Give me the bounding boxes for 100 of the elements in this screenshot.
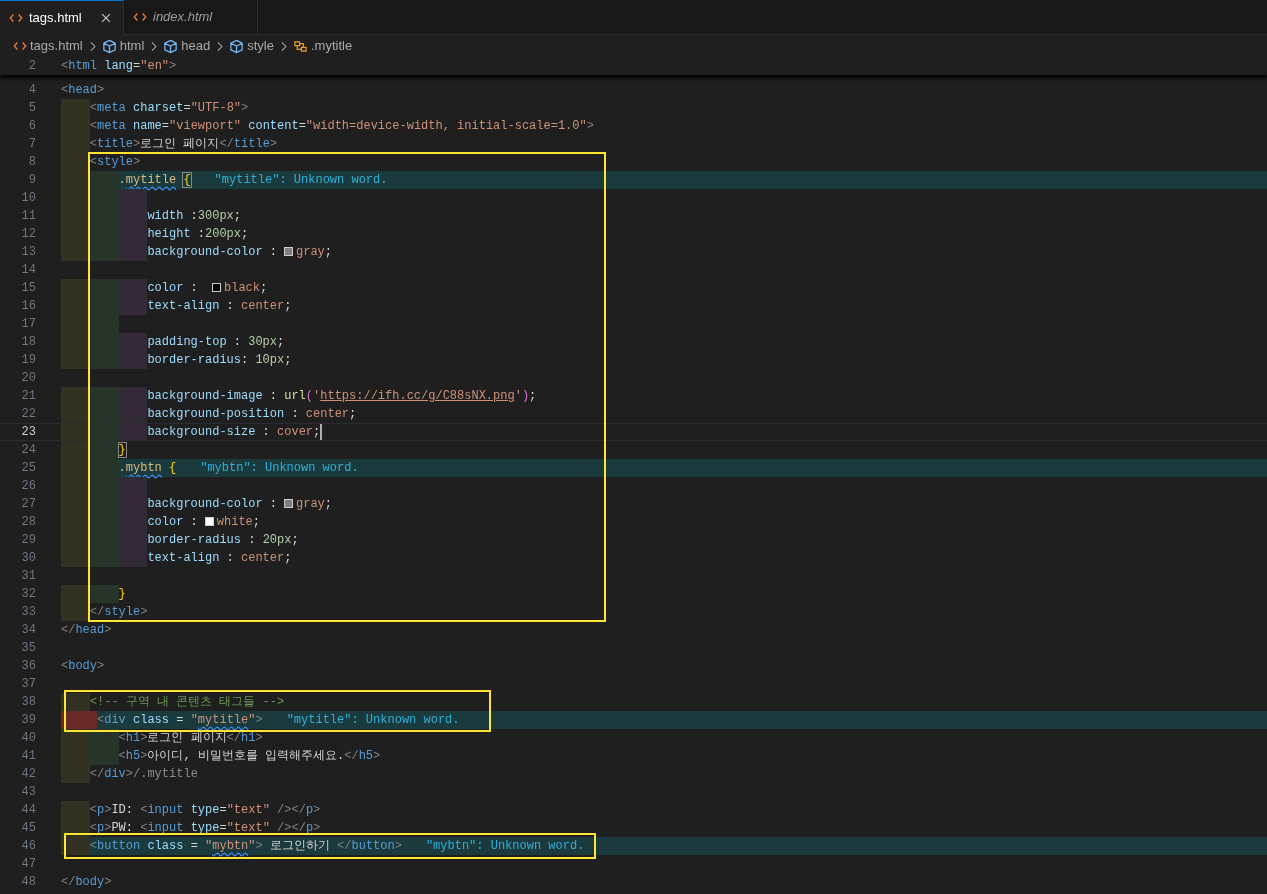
code-line: }	[118, 586, 126, 603]
editor-tab[interactable]: index.html	[124, 0, 258, 35]
code-line: </style>	[89, 604, 148, 621]
code-line: background-position : center;	[147, 406, 357, 423]
code-line: <p>PW: <input type="text" /></p>	[89, 820, 321, 837]
code-line: background-image : url('https://ifh.cc/g/C88sNX.png');	[147, 388, 537, 405]
breadcrumb-item[interactable]: tags.html	[13, 36, 83, 56]
line-number: 7	[27, 136, 36, 153]
line-number: 37	[20, 676, 36, 693]
code-line: .mybtn {	[118, 460, 177, 477]
code-icon	[9, 11, 23, 25]
line-number: 5	[27, 100, 36, 117]
line-number: 31	[20, 568, 36, 585]
line-number: 9	[27, 172, 36, 189]
line-number: 44	[20, 802, 36, 819]
line-number: 12	[20, 226, 36, 243]
code-line: <h1>로그인 페이지</h1>	[118, 730, 263, 747]
line-number: 30	[20, 550, 36, 567]
code-line: background-color : gray;	[147, 244, 333, 261]
line-number: 34	[20, 622, 36, 639]
code-line: <title>로그인 페이지</title>	[89, 136, 278, 153]
code-icon	[13, 39, 27, 53]
line-number: 16	[20, 298, 36, 315]
breadcrumb-item[interactable]: head	[163, 36, 211, 56]
line-number: 13	[20, 244, 36, 261]
class-icon	[292, 38, 308, 54]
line-number: 32	[20, 586, 36, 603]
line-number: 36	[20, 658, 36, 675]
close-icon	[99, 11, 113, 25]
code-line: <head>	[61, 82, 105, 99]
line-number: 4	[27, 82, 36, 99]
diagnostic-message: "mytitle": Unknown word.	[214, 172, 388, 189]
line-number: 15	[20, 280, 36, 297]
breadcrumb-item[interactable]: .mytitle	[292, 36, 353, 56]
line-number: 25	[20, 460, 36, 477]
diagnostic-message: "mybtn": Unknown word.	[425, 838, 585, 855]
code-line: }	[118, 442, 126, 459]
line-number: 42	[20, 766, 36, 783]
line-number: 19	[20, 352, 36, 369]
code-line: </div>/.mytitle	[89, 766, 198, 783]
code-line: <button class = "mybtn"> 로그인하기 </button>	[89, 838, 402, 855]
line-number: 41	[20, 748, 36, 765]
line-number: 46	[20, 838, 36, 855]
code-line: <html lang="en">	[61, 58, 177, 75]
code-line: width :300px;	[147, 208, 242, 225]
code-line: text-align : center;	[147, 298, 292, 315]
line-number: 40	[20, 730, 36, 747]
line-number: 6	[27, 118, 36, 135]
breadcrumb-item[interactable]: style	[229, 36, 274, 56]
line-number: 48	[20, 874, 36, 891]
editor-tab[interactable]: tags.html	[0, 0, 124, 35]
line-number: 11	[20, 208, 36, 225]
code-line: background-color : gray;	[147, 496, 333, 513]
code-line: text-align : center;	[147, 550, 292, 567]
line-number: 20	[20, 370, 36, 387]
line-number: 45	[20, 820, 36, 837]
text-cursor	[320, 424, 323, 440]
line-number: 21	[20, 388, 36, 405]
line-number: 28	[20, 514, 36, 531]
line-number: 35	[20, 640, 36, 657]
code-line: padding-top : 30px;	[147, 334, 285, 351]
line-number: 2	[27, 58, 36, 75]
line-number: 29	[20, 532, 36, 549]
line-number: 18	[20, 334, 36, 351]
cube-icon	[101, 38, 117, 54]
line-number: 26	[20, 478, 36, 495]
line-number: 43	[20, 784, 36, 801]
code-icon	[133, 10, 147, 24]
line-number: 27	[20, 496, 36, 513]
code-line: background-size : cover;	[147, 424, 321, 441]
line-number: 14	[20, 262, 36, 279]
code-line: height :200px;	[147, 226, 249, 243]
line-number: 39	[20, 712, 36, 729]
code-line: color : white;	[147, 514, 261, 531]
code-line: color : black;	[147, 280, 268, 297]
diagnostic-message: "mytitle": Unknown word.	[286, 712, 460, 729]
code-line: <meta name="viewport" content="width=device-width, initial-scale=1.0">	[89, 118, 594, 135]
code-line: <style>	[89, 154, 141, 171]
code-line: <meta charset="UTF-8">	[89, 100, 249, 117]
code-line: <body>	[61, 658, 105, 675]
code-line: <h5>아이디, 비밀번호를 입력해주세요.</h5>	[118, 748, 381, 765]
line-number: 17	[20, 316, 36, 333]
line-number: 38	[20, 694, 36, 711]
line-number: 8	[27, 154, 36, 171]
code-line: <div class = "mytitle">	[97, 712, 263, 729]
breadcrumb-item[interactable]: html	[101, 36, 145, 56]
line-number: 23	[20, 424, 36, 441]
code-line: </head>	[61, 622, 112, 639]
line-number: 33	[20, 604, 36, 621]
cube-icon	[163, 38, 179, 54]
line-number: 24	[20, 442, 36, 459]
diagnostic-message: "mybtn": Unknown word.	[200, 460, 359, 477]
code-line: </body>	[61, 874, 112, 891]
line-number: 10	[20, 190, 36, 207]
code-line: border-radius: 10px;	[147, 352, 292, 369]
code-line: border-radius : 20px;	[147, 532, 299, 549]
code-line: .mytitle {	[118, 172, 191, 189]
cube-icon	[229, 38, 245, 54]
code-line: <!-- 구역 내 콘텐츠 태그들 -->	[89, 694, 285, 711]
line-number: 47	[20, 856, 36, 873]
